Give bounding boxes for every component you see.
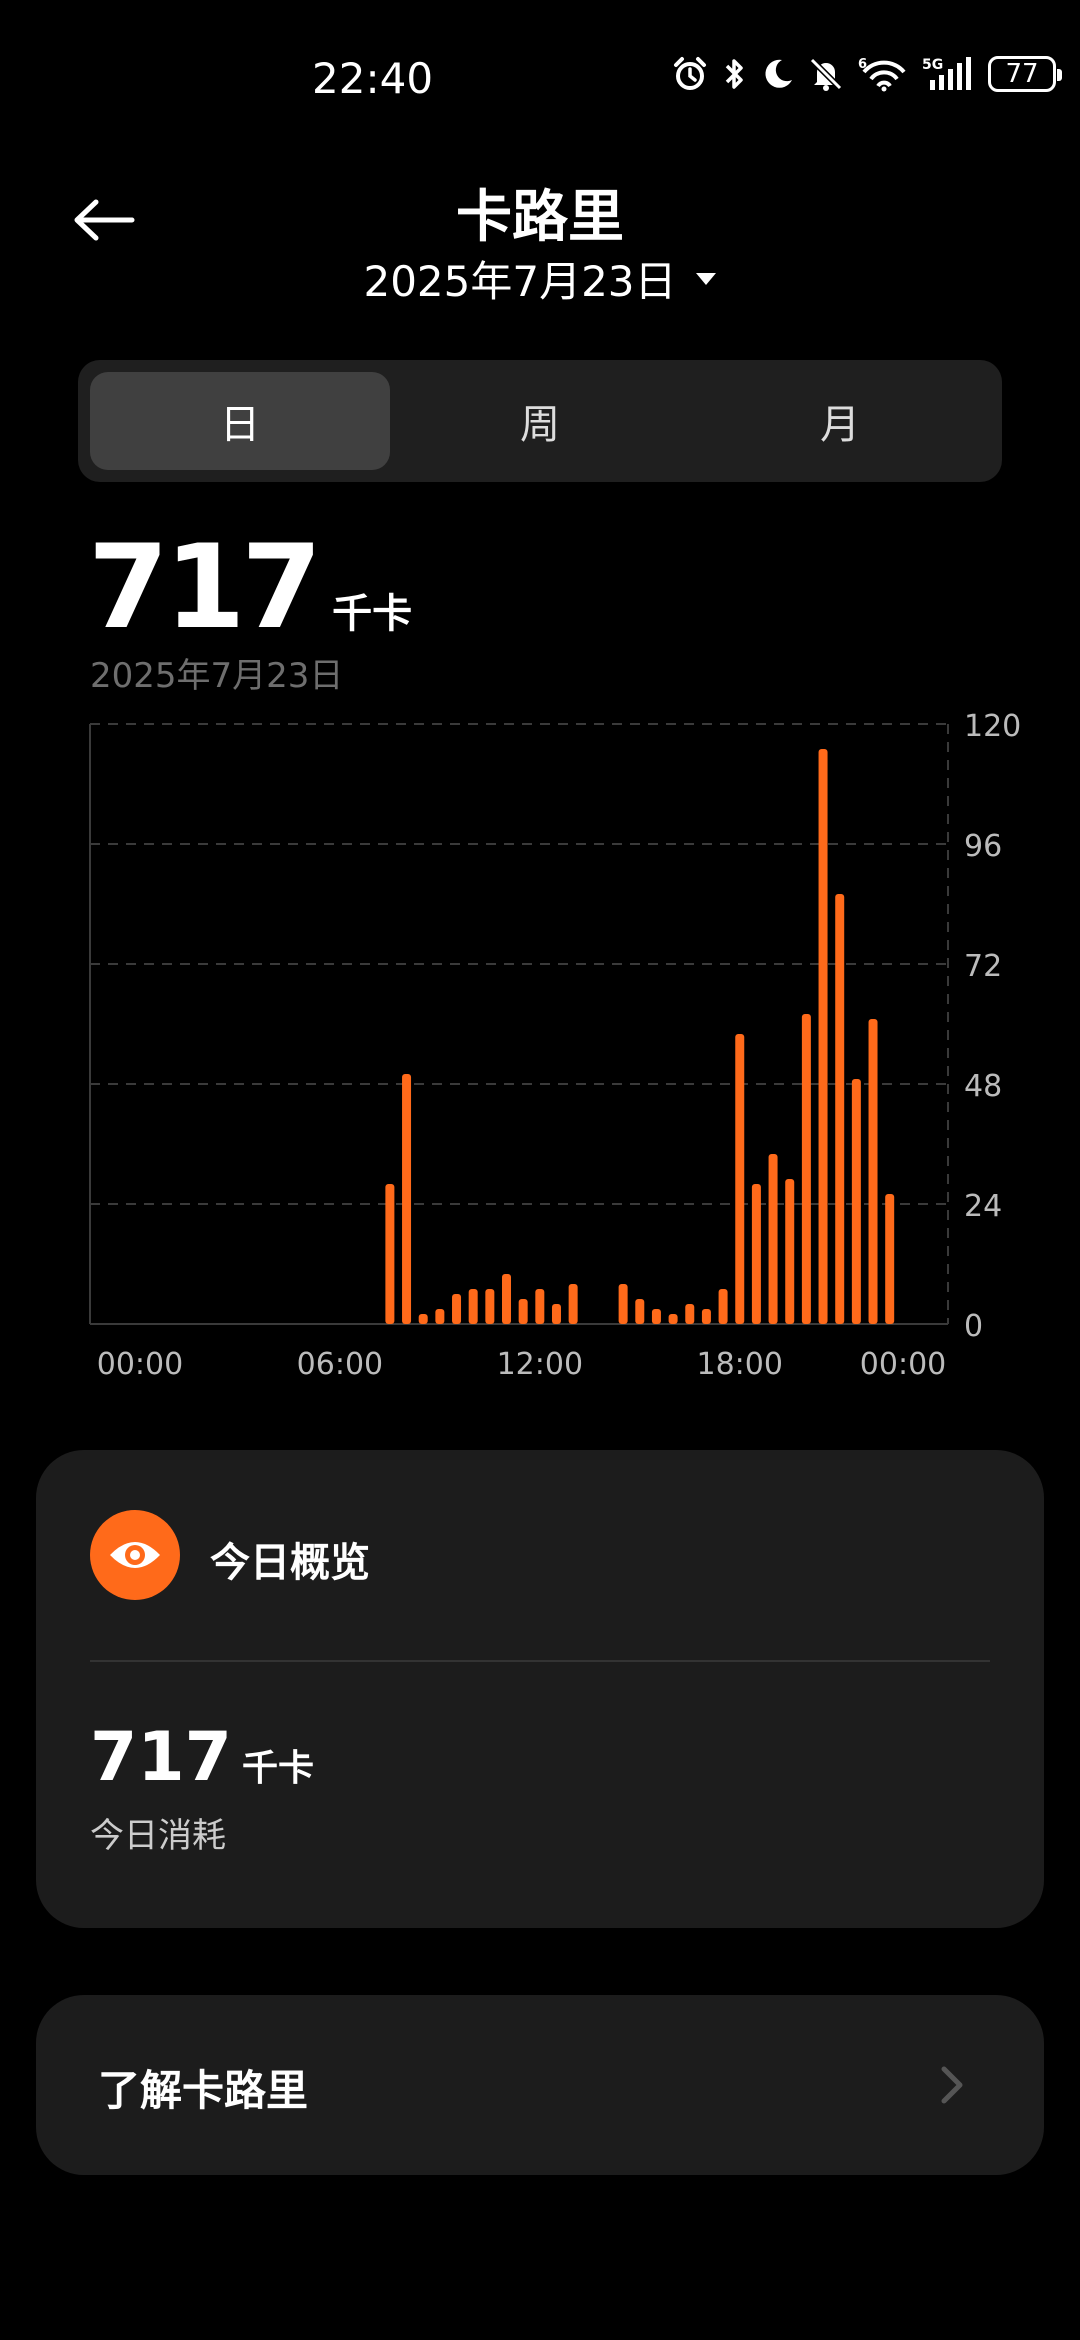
status-icons: 6 5G 77 [672, 56, 1062, 92]
chart-bar [402, 1074, 412, 1324]
today-overview-card: 今日概览 717 千卡 今日消耗 [36, 1450, 1044, 1928]
eye-icon [90, 1510, 180, 1600]
chart-y-tick-label: 72 [964, 949, 1002, 984]
chevron-right-icon [941, 2066, 963, 2104]
chart-bar [435, 1309, 445, 1324]
date-picker[interactable]: 2025年7月23日 [0, 248, 1080, 309]
calorie-total-unit: 千卡 [332, 591, 413, 637]
wifi-6-icon: 6 [858, 57, 906, 92]
status-bar: 22:40 6 5G 77 [0, 0, 1080, 160]
chart-bar [551, 1304, 561, 1324]
chart-bar [385, 1184, 395, 1324]
chart-x-tick-label: 12:00 [497, 1347, 583, 1380]
tab-month[interactable]: 月 [690, 372, 990, 470]
alarm-icon [674, 57, 706, 90]
status-time: 22:40 [312, 54, 434, 103]
chart-bar [535, 1289, 545, 1324]
chart-y-tick-label: 24 [964, 1189, 1002, 1224]
overview-value-number: 717 [90, 1718, 232, 1797]
learn-calories-title: 了解卡路里 [98, 2066, 309, 2115]
tab-day[interactable]: 日 [90, 372, 390, 470]
chart-x-tick-label: 00:00 [97, 1347, 183, 1380]
chart-bar [668, 1314, 678, 1324]
chart-bar [635, 1299, 645, 1324]
chart-y-tick-label: 96 [964, 829, 1002, 864]
tab-week[interactable]: 周 [390, 372, 690, 470]
overview-label: 今日消耗 [90, 1816, 226, 1856]
chart-bar [418, 1314, 428, 1324]
overview-value-unit: 千卡 [241, 1748, 314, 1789]
battery-level: 77 [1005, 59, 1039, 89]
chart-bar [751, 1184, 761, 1324]
chart-y-tick-label: 0 [964, 1309, 983, 1344]
chart-x-tick-label: 00:00 [860, 1347, 946, 1380]
svg-text:5G: 5G [922, 57, 943, 73]
chart-bar [701, 1309, 711, 1324]
chart-bar [568, 1284, 578, 1324]
chart-x-tick-label: 18:00 [697, 1347, 783, 1380]
overview-divider [90, 1660, 990, 1662]
date-picker-label: 2025年7月23日 [363, 257, 677, 306]
chart-bar [885, 1194, 895, 1324]
calorie-total: 717 千卡 [88, 520, 412, 655]
period-tabs: 日 周 月 [78, 360, 1002, 482]
chart-bar [735, 1034, 745, 1324]
chart-bar [851, 1079, 861, 1324]
chart-bar [785, 1179, 795, 1324]
overview-title: 今日概览 [210, 1540, 370, 1586]
chart-bar [868, 1019, 878, 1324]
chart-bar [485, 1289, 495, 1324]
chart-bar [801, 1014, 811, 1324]
overview-value: 717 千卡 [90, 1718, 314, 1797]
chart-y-tick-label: 48 [964, 1069, 1002, 1104]
moon-icon [765, 59, 792, 88]
triangle-down-icon [695, 272, 716, 285]
page-title: 卡路里 [456, 185, 624, 250]
chart-y-tick-label: 120 [964, 709, 1021, 744]
chart-bar [818, 749, 828, 1324]
bluetooth-icon [725, 59, 743, 89]
chart-bar [518, 1299, 528, 1324]
learn-calories-card[interactable]: 了解卡路里 [36, 1995, 1044, 2175]
chart-x-tick-label: 06:00 [297, 1347, 383, 1380]
calorie-chart: 0 24 48 72 96 120 00:00 06:00 12:00 18:00 00:00 [0, 700, 1080, 1382]
chart-bar [768, 1154, 778, 1324]
chart-bar [835, 894, 845, 1324]
chart-bar [452, 1294, 462, 1324]
summary-date: 2025年7月23日 [90, 656, 344, 696]
chart-bar [685, 1304, 695, 1324]
chart-bar [651, 1309, 661, 1324]
chart-bar [618, 1284, 628, 1324]
calorie-total-value: 717 [88, 520, 322, 655]
calorie-bar-chart: 0 24 48 72 96 120 00:00 06:00 12:00 18:00 00:00 [89, 709, 1021, 1382]
chart-bar [502, 1274, 512, 1324]
signal-5g-icon: 5G [922, 57, 971, 90]
mute-icon [809, 57, 843, 91]
chart-bar [468, 1289, 478, 1324]
chart-bar [718, 1289, 728, 1324]
battery-indicator: 77 [988, 56, 1062, 92]
